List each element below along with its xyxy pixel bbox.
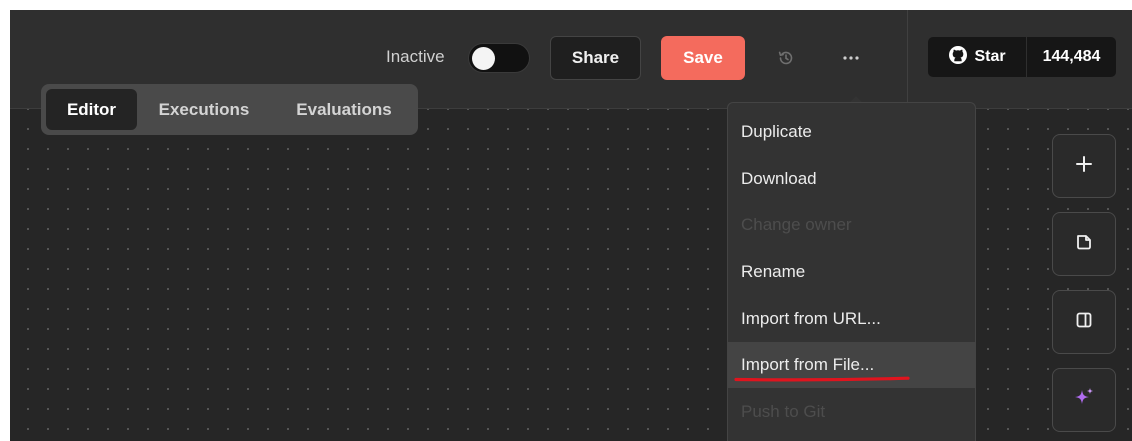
view-tabs: Editor Executions Evaluations xyxy=(41,84,418,135)
add-sticky-note-button[interactable] xyxy=(1052,212,1116,276)
tab-executions[interactable]: Executions xyxy=(151,89,257,130)
toggle-panel-button[interactable] xyxy=(1052,290,1116,354)
add-node-button[interactable] xyxy=(1052,134,1116,198)
screenshot: Inactive Share Save Star 144,484 Editor … xyxy=(0,0,1132,441)
github-star-count[interactable]: 144,484 xyxy=(1027,37,1116,77)
github-star-label: Star xyxy=(974,48,1006,65)
sticky-note-icon xyxy=(1074,232,1094,257)
menu-item-push-to-git: Push to Git xyxy=(741,402,826,421)
ellipsis-icon[interactable] xyxy=(838,45,864,71)
save-button[interactable]: Save xyxy=(661,36,745,80)
workflow-app: Inactive Share Save Star 144,484 Editor … xyxy=(10,10,1132,441)
sparkle-ai-icon xyxy=(1071,385,1097,416)
github-star-button[interactable]: Star xyxy=(928,37,1026,77)
active-toggle[interactable] xyxy=(468,43,530,73)
annotation-underline xyxy=(734,376,910,382)
tab-evaluations[interactable]: Evaluations xyxy=(284,89,404,130)
share-button[interactable]: Share xyxy=(550,36,641,80)
menu-item-change-owner: Change owner xyxy=(741,215,852,234)
menu-item-download[interactable]: Download xyxy=(728,156,975,202)
workflow-options-menu: Duplicate Download Change owner Rename I… xyxy=(727,102,976,441)
history-icon[interactable] xyxy=(773,45,799,71)
active-toggle-label: Inactive xyxy=(386,47,445,66)
plus-icon xyxy=(1075,155,1093,178)
menu-item-rename[interactable]: Rename xyxy=(728,249,975,295)
panel-icon xyxy=(1074,310,1094,335)
menu-item-duplicate[interactable]: Duplicate xyxy=(728,109,975,155)
ai-assistant-button[interactable] xyxy=(1052,368,1116,432)
tab-editor[interactable]: Editor xyxy=(46,89,137,130)
github-icon xyxy=(948,45,968,70)
toggle-knob xyxy=(472,47,495,70)
header-divider xyxy=(907,10,908,108)
menu-item-import-url[interactable]: Import from URL... xyxy=(728,296,975,342)
